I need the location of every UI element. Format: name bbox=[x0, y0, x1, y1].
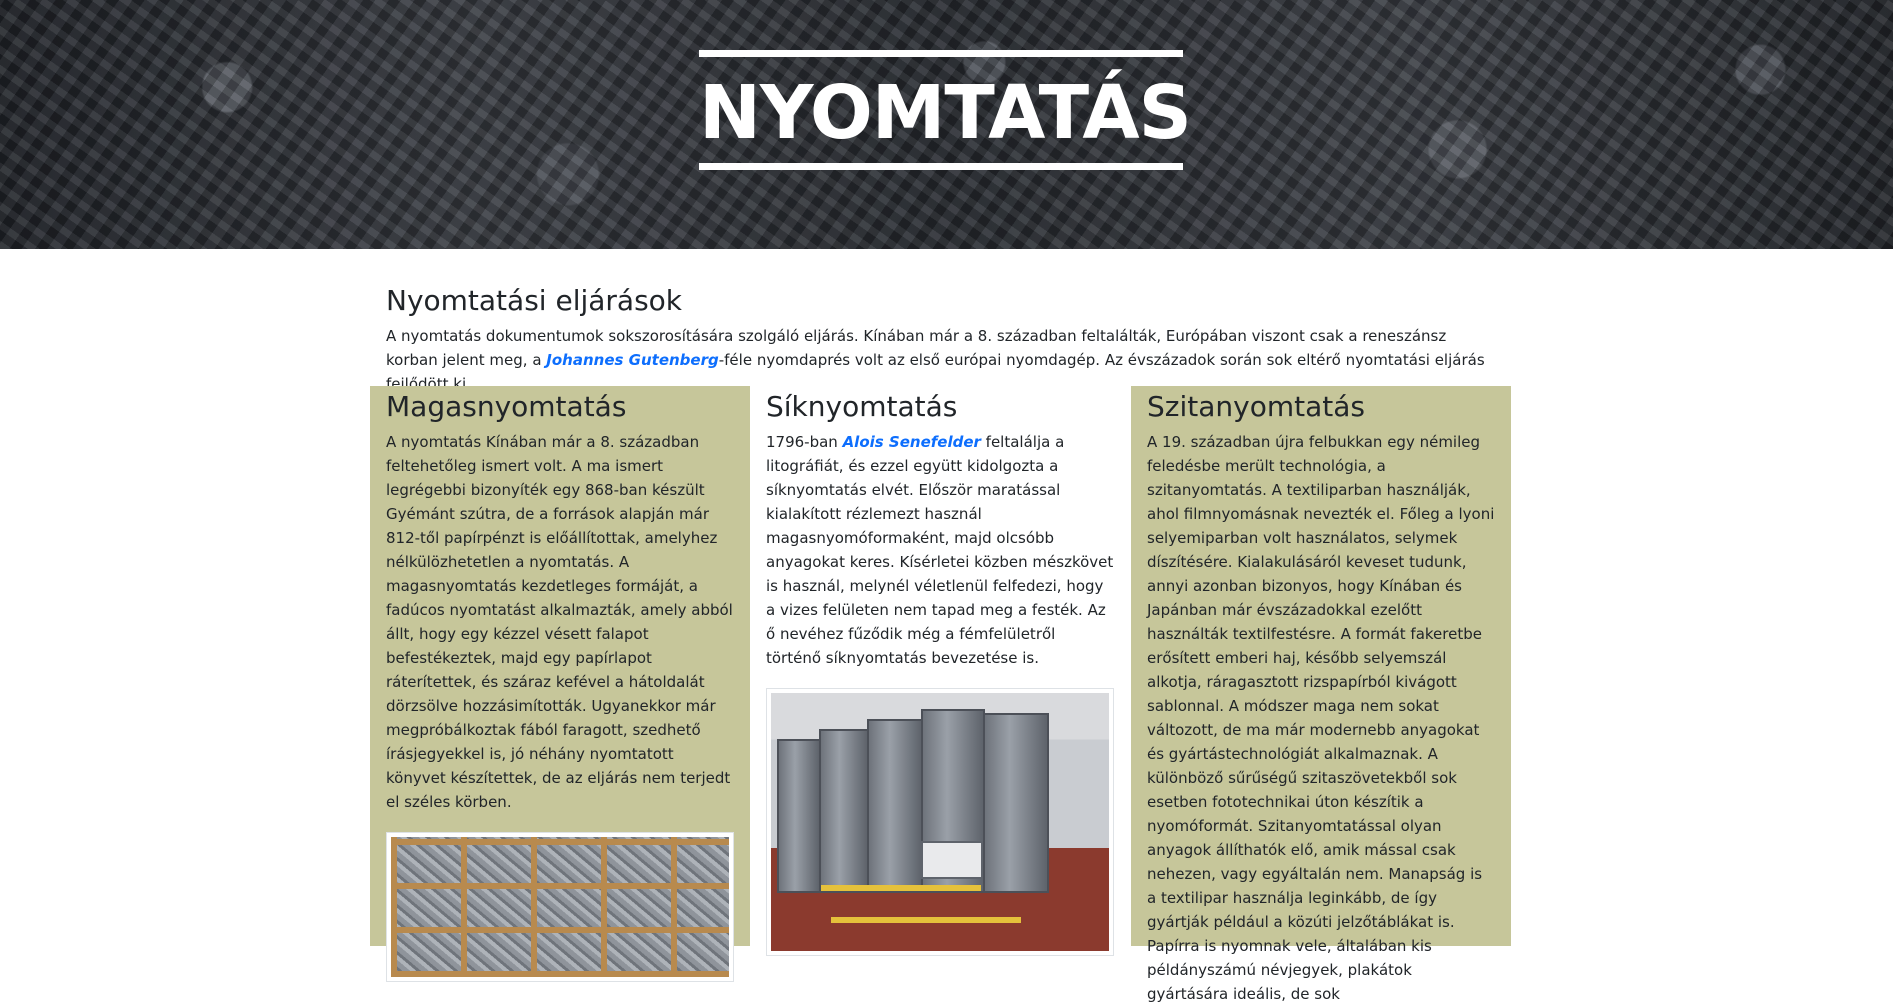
senefelder-link[interactable]: Alois Senefelder bbox=[843, 433, 981, 451]
press-unit bbox=[819, 729, 869, 893]
lithography-heading: Síknyomtatás bbox=[766, 390, 958, 423]
column-letterpress: Magasnyomtatás A nyomtatás Kínában már a… bbox=[370, 386, 750, 982]
lithography-text: 1796-ban Alois Senefelder feltalálja a l… bbox=[766, 430, 1114, 670]
press-safety-stripe bbox=[831, 917, 1021, 923]
intro-heading: Nyomtatási eljárások bbox=[386, 284, 683, 317]
letterpress-text: A nyomtatás Kínában már a 8. században f… bbox=[386, 433, 733, 811]
hero-top-rule bbox=[699, 50, 1183, 57]
hero-banner: NYOMTATÁS bbox=[0, 0, 1893, 249]
press-console bbox=[921, 841, 983, 879]
offset-press-photo bbox=[771, 693, 1109, 951]
press-unit bbox=[777, 739, 821, 893]
lithography-text-end: feltalálja a litográfiát, és ezzel együt… bbox=[766, 433, 1114, 667]
letterpress-image bbox=[386, 832, 734, 982]
press-safety-stripe bbox=[821, 885, 981, 891]
type-case-photo bbox=[391, 837, 729, 977]
lithography-text-start: 1796-ban bbox=[766, 433, 843, 451]
hero-title-underline bbox=[699, 163, 1183, 170]
hero-title-block: NYOMTATÁS bbox=[699, 50, 1192, 170]
gutenberg-link[interactable]: Johannes Gutenberg bbox=[546, 351, 718, 369]
page-title: NYOMTATÁS bbox=[699, 70, 1192, 156]
letterpress-heading: Magasnyomtatás bbox=[386, 390, 627, 423]
intro-section: Nyomtatási eljárások A nyomtatás dokumen… bbox=[386, 284, 1502, 396]
press-unit bbox=[983, 713, 1049, 893]
screen-printing-text: A 19. században újra felbukkan egy némil… bbox=[1147, 433, 1495, 1003]
column-lithography: Síknyomtatás 1796-ban Alois Senefelder f… bbox=[750, 386, 1130, 956]
lithography-image bbox=[766, 688, 1114, 956]
screen-printing-heading: Szitanyomtatás bbox=[1147, 390, 1365, 423]
column-screen-printing: Szitanyomtatás A 19. században újra felb… bbox=[1131, 386, 1511, 1003]
press-unit bbox=[867, 719, 923, 893]
